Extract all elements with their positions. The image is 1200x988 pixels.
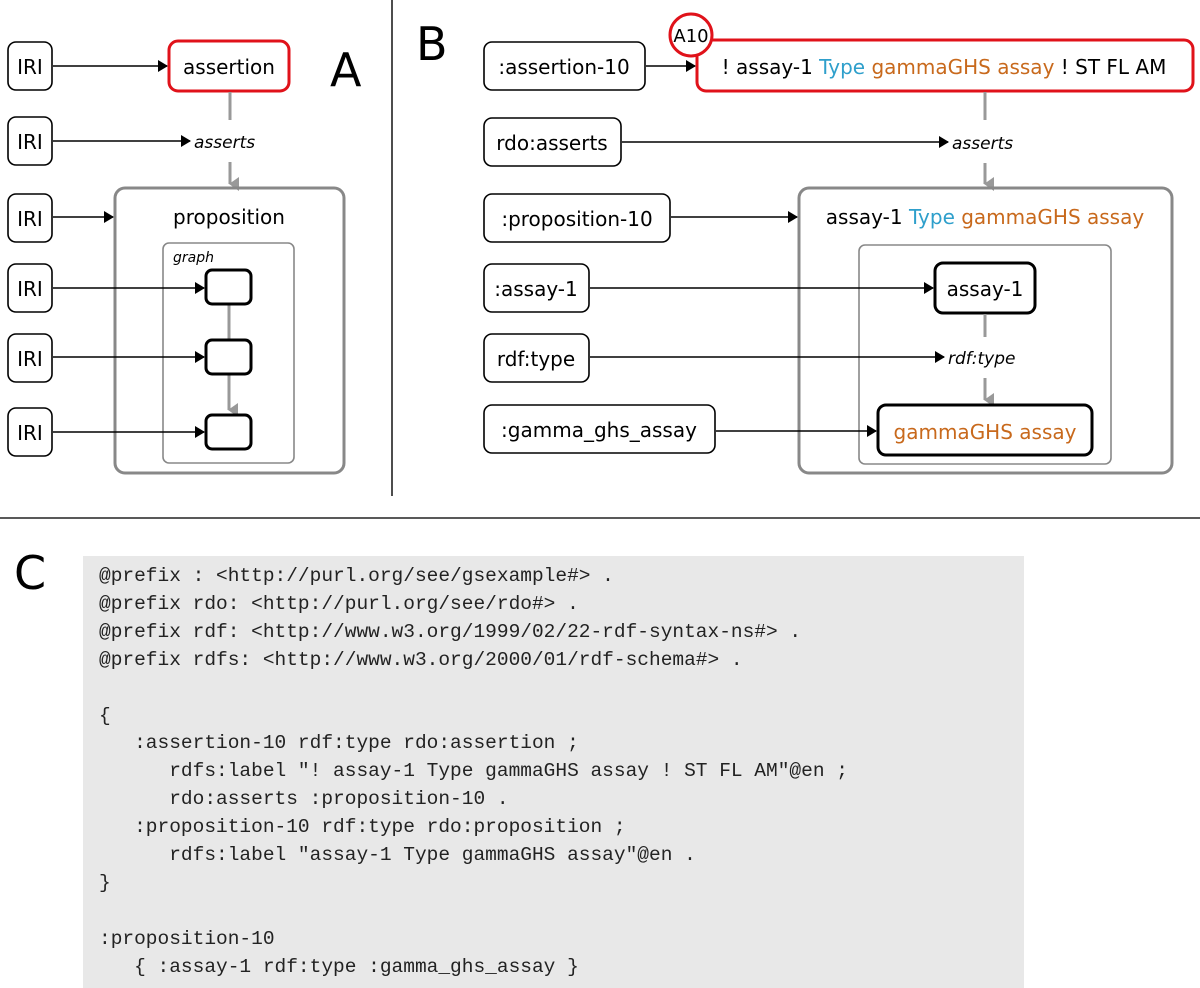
- code-line: rdo:asserts :proposition-10 .: [99, 788, 509, 811]
- graph-node-object: [204, 413, 253, 451]
- panel-b: B :assertion-10 rdo:asserts :proposition…: [416, 12, 1195, 475]
- code-line: :assertion-10 rdf:type rdo:assertion ;: [99, 732, 579, 755]
- graph-node-subject: [204, 268, 253, 306]
- panel-a-letter: A: [330, 43, 362, 97]
- asserts-label: asserts: [194, 133, 255, 153]
- panel-b-letter: B: [416, 17, 448, 71]
- assertion-badge-label: A10: [673, 26, 708, 47]
- code-line: {: [99, 704, 111, 727]
- iri-label: :assay-1: [494, 277, 578, 301]
- code-line: @prefix : <http://purl.org/see/gsexample…: [99, 565, 614, 587]
- iri-label: IRI: [17, 347, 43, 371]
- proposition-text: assay-1 Type gammaGHS assay: [826, 205, 1145, 229]
- iri-label: IRI: [17, 207, 43, 231]
- code-line: @prefix rdfs: <http://www.w3.org/2000/01…: [99, 648, 743, 671]
- panel-a-iri-boxes: IRI IRI IRI IRI IRI IRI: [7, 41, 53, 457]
- turtle-code: @prefix : <http://purl.org/see/gsexample…: [99, 563, 848, 982]
- code-line: { :assay-1 rdf:type :gamma_ghs_assay }: [99, 955, 579, 978]
- iri-label: rdf:type: [497, 347, 575, 371]
- predicate-label: rdf:type: [948, 349, 1015, 369]
- code-line: }: [99, 871, 111, 894]
- iri-label: IRI: [17, 421, 43, 445]
- code-line: :proposition-10 rdf:type rdo:proposition…: [99, 816, 626, 839]
- panel-c-letter: C: [14, 546, 47, 600]
- iri-label: IRI: [17, 130, 43, 154]
- code-line: @prefix rdf: <http://www.w3.org/1999/02/…: [99, 620, 802, 643]
- iri-label: :gamma_ghs_assay: [501, 418, 697, 442]
- iri-label: :proposition-10: [501, 207, 652, 231]
- code-line: :proposition-10: [99, 927, 275, 950]
- iri-label: rdo:asserts: [496, 131, 607, 155]
- assertion-label: assertion: [183, 55, 275, 79]
- iri-label: IRI: [17, 55, 43, 79]
- asserts-label: asserts: [952, 134, 1013, 154]
- panel-a: A IRI IRI IRI IRI IRI IRI assertion asse…: [7, 39, 362, 475]
- subject-node-label: assay-1: [947, 277, 1024, 301]
- code-line: @prefix rdo: <http://purl.org/see/rdo#> …: [99, 592, 579, 615]
- object-node-label: gammaGHS assay: [894, 420, 1077, 444]
- graph-node-predicate: [204, 338, 253, 376]
- iri-label: :assertion-10: [498, 55, 629, 79]
- code-line: rdfs:label "assay-1 Type gammaGHS assay"…: [99, 844, 696, 867]
- code-line: rdfs:label "! assay-1 Type gammaGHS assa…: [99, 760, 848, 783]
- iri-label: IRI: [17, 277, 43, 301]
- graph-label: graph: [173, 250, 214, 266]
- proposition-label: proposition: [173, 205, 285, 229]
- assertion-text: ! assay-1 Type gammaGHS assay ! ST FL AM: [722, 55, 1167, 79]
